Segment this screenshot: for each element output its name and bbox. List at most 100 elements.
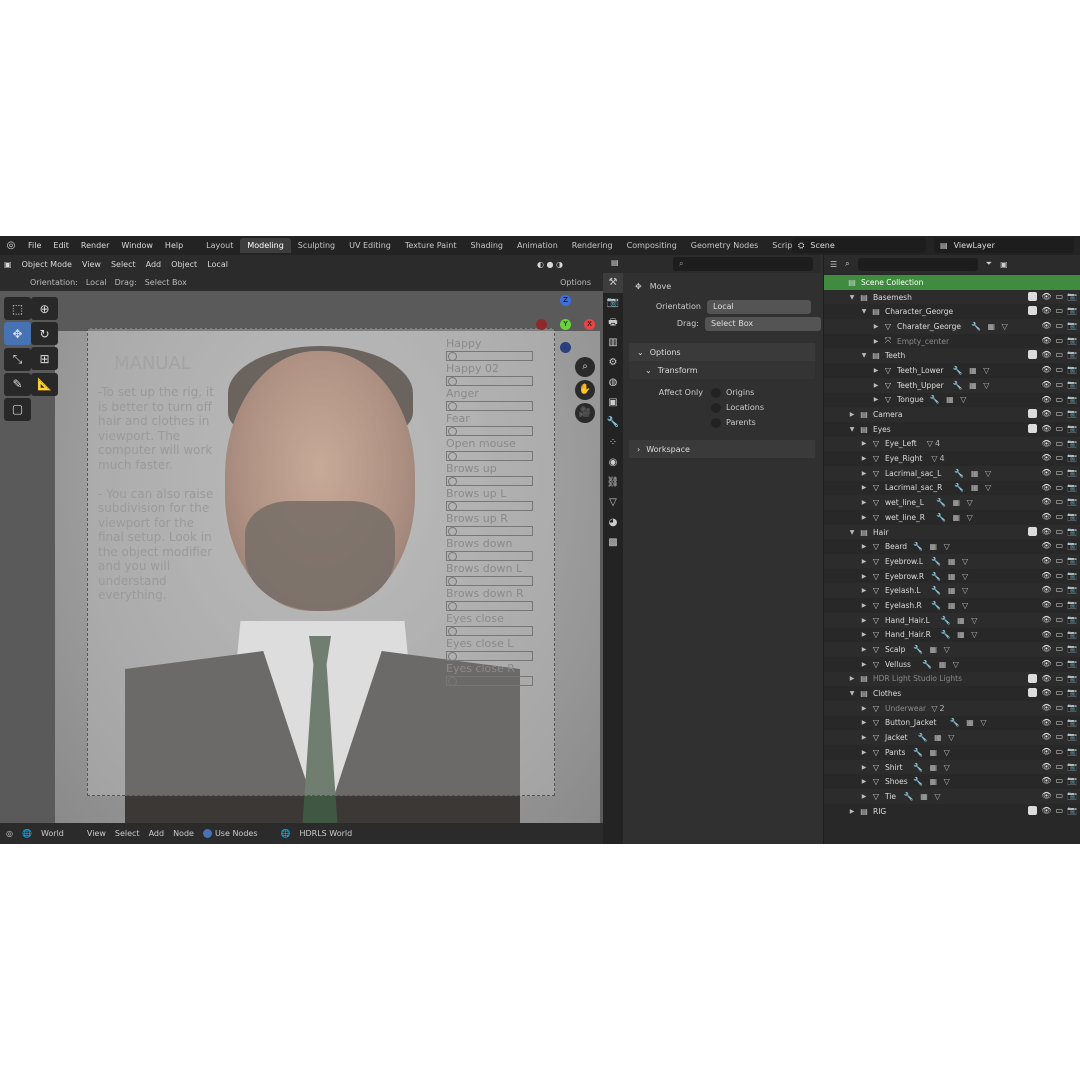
eye-icon[interactable]: 👁 [1041, 674, 1051, 683]
shape-control-brows-down-l[interactable]: Brows down L [446, 562, 536, 587]
menu-help[interactable]: Help [159, 241, 189, 250]
origins-checkbox[interactable] [711, 387, 721, 398]
shape-control-eyes-close-r[interactable]: Eyes close R [446, 662, 536, 687]
outliner-row[interactable]: ▶ ▽ wet_line_R 🔧 ▦ ▽ 👁 ▭ 📷 [824, 510, 1080, 525]
expand-down-icon[interactable]: ▼ [860, 352, 868, 359]
eye-icon[interactable]: 👁 [1041, 350, 1051, 359]
outliner-row[interactable]: ▶ ▽ Eyelash.L 🔧 ▦ ▽ 👁 ▭ 📷 [824, 583, 1080, 599]
eye-icon[interactable]: 👁 [1041, 306, 1051, 315]
viewport-menu-add[interactable]: Add [146, 260, 162, 269]
constraints-tab-icon[interactable]: ⛓ [603, 473, 623, 493]
monitor-icon[interactable]: ▭ [1055, 644, 1063, 653]
expand-right-icon[interactable]: ▶ [872, 323, 880, 330]
expand-right-icon[interactable]: ▶ [860, 793, 868, 800]
eye-icon[interactable]: 👁 [1041, 747, 1051, 756]
expand-right-icon[interactable]: ▶ [872, 382, 880, 389]
expand-right-icon[interactable]: ▶ [860, 602, 868, 609]
outliner-row[interactable]: ▼ ▤ Hair 👁 ▭ 📷 [824, 524, 1080, 540]
camera-view-icon[interactable]: 🎥 [575, 403, 595, 423]
outliner-row[interactable]: ▶ ▽ Charater_George 🔧 ▦ ▽ 👁 ▭ 📷 [824, 319, 1080, 334]
render-camera-icon[interactable]: 📷 [1067, 292, 1077, 301]
scale-tool-icon[interactable]: ⤡ [4, 347, 31, 371]
monitor-icon[interactable]: ▭ [1055, 571, 1063, 580]
render-camera-icon[interactable]: 📷 [1067, 732, 1077, 741]
outliner-row[interactable]: ▶ ▽ Eye_Right ▽4 👁 ▭ 📷 [824, 451, 1080, 466]
shape-control-brows-up-l[interactable]: Brows up L [446, 487, 536, 512]
outliner-row[interactable]: ▶ ▤ HDR Light Studio Lights 👁 ▭ 📷 [824, 671, 1080, 687]
props-drag-dropdown[interactable]: Select Box [704, 316, 821, 331]
workspace-panel-header[interactable]: › Workspace [629, 440, 815, 458]
eye-icon[interactable]: 👁 [1041, 321, 1051, 330]
monitor-icon[interactable]: ▭ [1055, 424, 1063, 433]
outliner-row[interactable]: ▶ ▽ Tie 🔧 ▦ ▽ 👁 ▭ 📷 [824, 789, 1080, 804]
tab-compositing[interactable]: Compositing [620, 238, 684, 253]
render-camera-icon[interactable]: 📷 [1067, 762, 1077, 771]
monitor-icon[interactable]: ▭ [1055, 395, 1063, 404]
outliner-row[interactable]: ▶ ▽ Tongue 🔧 ▦ ▽ 👁 ▭ 📷 [824, 393, 1080, 408]
viewport-menu-object[interactable]: Object [171, 260, 197, 269]
eye-icon[interactable]: 👁 [1041, 688, 1051, 697]
gizmo-y-axis[interactable]: Y [560, 319, 571, 330]
expand-down-icon[interactable]: ▼ [848, 294, 856, 301]
props-orientation-dropdown[interactable]: Local [707, 299, 811, 314]
eye-icon[interactable]: 👁 [1041, 644, 1051, 653]
menu-edit[interactable]: Edit [47, 241, 75, 250]
expand-right-icon[interactable]: ▶ [860, 573, 868, 580]
viewport-menu-view[interactable]: View [82, 260, 101, 269]
tab-shading[interactable]: Shading [463, 238, 510, 253]
outliner-display-mode-icon[interactable]: ☰ [830, 260, 837, 269]
menu-window[interactable]: Window [115, 241, 159, 250]
orientation-dropdown[interactable]: Local [86, 278, 107, 287]
render-camera-icon[interactable]: 📷 [1067, 468, 1077, 477]
eye-icon[interactable]: 👁 [1041, 776, 1051, 785]
shape-control-anger[interactable]: Anger [446, 387, 536, 412]
expand-right-icon[interactable]: ▶ [860, 764, 868, 771]
expand-right-icon[interactable]: ▶ [872, 367, 880, 374]
world-tab-icon[interactable]: ◍ [603, 373, 623, 393]
eye-icon[interactable]: 👁 [1041, 409, 1051, 418]
eye-icon[interactable]: 👁 [1041, 336, 1051, 345]
monitor-icon[interactable]: ▭ [1055, 527, 1063, 536]
expand-down-icon[interactable]: ▼ [860, 308, 868, 315]
eye-icon[interactable]: 👁 [1041, 791, 1051, 800]
world-shader-dropdown[interactable]: World [41, 829, 64, 838]
outliner-row[interactable]: ▶ ▽ Pants 🔧 ▦ ▽ 👁 ▭ 📷 [824, 745, 1080, 760]
gizmo-z-axis[interactable]: Z [560, 295, 571, 306]
outliner-row[interactable]: ▶ ▽ Underwear ▽2 👁 ▭ 📷 [824, 700, 1080, 716]
eye-icon[interactable]: 👁 [1041, 659, 1051, 668]
eye-icon[interactable]: 👁 [1041, 585, 1051, 594]
pivot-dropdown[interactable]: Local [207, 260, 228, 269]
outliner-row[interactable]: ▶ ▽ Teeth_Lower 🔧 ▦ ▽ 👁 ▭ 📷 [824, 363, 1080, 378]
outliner-row[interactable]: ▶ ▽ Scalp 🔧 ▦ ▽ 👁 ▭ 📷 [824, 642, 1080, 657]
eye-icon[interactable]: 👁 [1041, 497, 1051, 506]
expand-right-icon[interactable]: ▶ [860, 587, 868, 594]
expand-right-icon[interactable]: ▶ [860, 661, 868, 668]
measure-tool-icon[interactable]: 📐 [31, 372, 58, 396]
eye-icon[interactable]: 👁 [1041, 395, 1051, 404]
render-camera-icon[interactable]: 📷 [1067, 556, 1077, 565]
render-camera-icon[interactable]: 📷 [1067, 527, 1077, 536]
outliner-row[interactable]: ▶ ▽ Velluss 🔧 ▦ ▽ 👁 ▭ 📷 [824, 657, 1080, 672]
expand-right-icon[interactable]: ▶ [860, 778, 868, 785]
add-cube-tool-icon[interactable]: ▢ [4, 397, 31, 421]
expand-right-icon[interactable]: ▶ [860, 455, 868, 462]
output-tab-icon[interactable]: 🖶 [603, 313, 623, 333]
monitor-icon[interactable]: ▭ [1055, 336, 1063, 345]
node-menu-node[interactable]: Node [173, 829, 194, 838]
tab-rendering[interactable]: Rendering [565, 238, 620, 253]
view-layer-tab-icon[interactable]: ▥ [603, 333, 623, 353]
render-camera-icon[interactable]: 📷 [1067, 409, 1077, 418]
eye-icon[interactable]: 👁 [1041, 512, 1051, 521]
expand-down-icon[interactable]: ▼ [848, 529, 856, 536]
use-nodes-toggle[interactable]: Use Nodes [202, 829, 258, 838]
outliner-row[interactable]: ▶ ▽ Eyelash.R 🔧 ▦ ▽ 👁 ▭ 📷 [824, 598, 1080, 613]
outliner-row[interactable]: ▼ ▤ Basemesh 👁 ▭ 📷 [824, 289, 1080, 305]
expand-right-icon[interactable]: ▶ [860, 705, 868, 712]
scene-selector[interactable]: ⛭ Scene [792, 238, 926, 253]
properties-editor-type-icon[interactable]: ▤ [611, 258, 619, 267]
render-camera-icon[interactable]: 📷 [1067, 791, 1077, 800]
outliner-search-input[interactable] [857, 257, 978, 271]
monitor-icon[interactable]: ▭ [1055, 732, 1063, 741]
expand-right-icon[interactable]: ▶ [848, 808, 856, 815]
monitor-icon[interactable]: ▭ [1055, 585, 1063, 594]
